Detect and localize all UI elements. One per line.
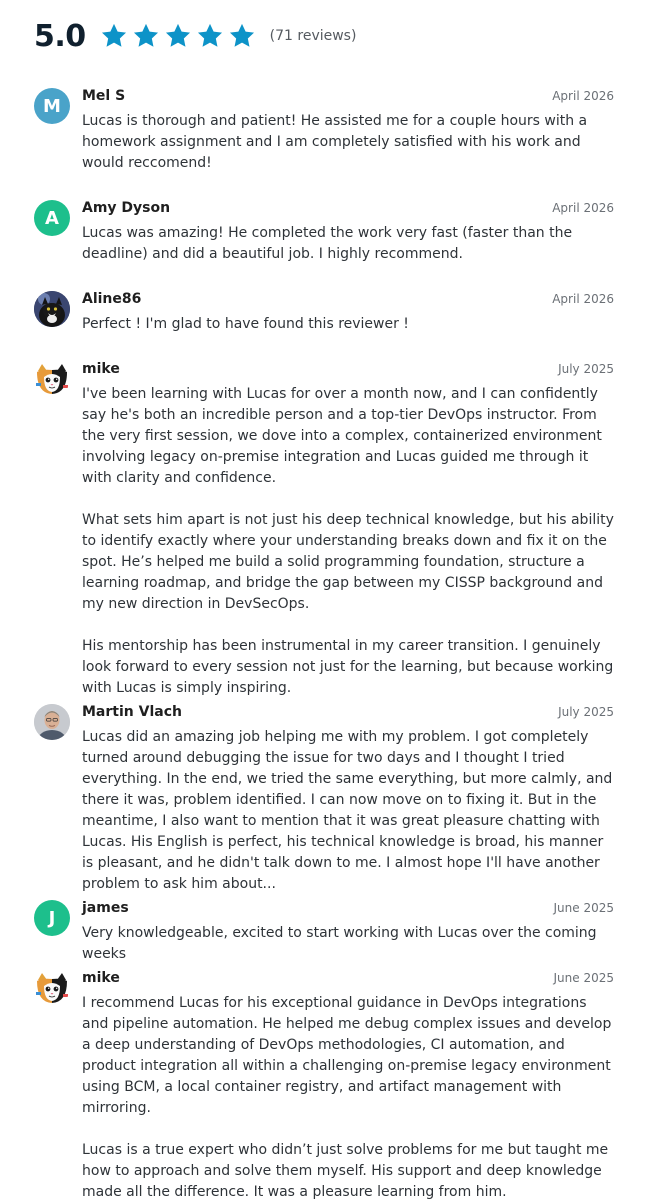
reviewer-name: mike: [82, 970, 120, 986]
review-text: Lucas is thorough and patient! He assist…: [82, 111, 614, 174]
review-count[interactable]: (71 reviews): [270, 28, 357, 44]
avatar: J: [34, 900, 70, 936]
review-paragraph: Lucas was amazing! He completed the work…: [82, 225, 573, 262]
review-text: Perfect ! I'm glad to have found this re…: [82, 314, 614, 335]
reviewer-name: Amy Dyson: [82, 200, 171, 216]
review-text: I've been learning with Lucas for over a…: [82, 384, 614, 699]
review-paragraph: Perfect ! I'm glad to have found this re…: [82, 316, 409, 332]
review-date: July 2025: [558, 362, 614, 376]
review-date: June 2025: [553, 971, 615, 985]
avatar-initial: M: [43, 95, 61, 117]
avatar-initial: A: [45, 207, 59, 229]
review-date: July 2025: [558, 705, 614, 719]
review-date: April 2026: [552, 201, 614, 215]
review-text: Very knowledgeable, excited to start wor…: [82, 923, 614, 965]
rating-summary: 5.0 (71 reviews): [34, 14, 356, 58]
review-text: Lucas did an amazing job helping me with…: [82, 727, 614, 895]
list-item: mike June 2025 I recommend Lucas for his…: [34, 970, 615, 1200]
list-item: Aline86 April 2026 Perfect ! I'm glad to…: [34, 291, 614, 361]
avatar: A: [34, 200, 70, 236]
person-photo-avatar-icon: [34, 704, 70, 740]
star-rating: [100, 22, 260, 50]
rating-value: 5.0: [34, 18, 86, 54]
list-item: J james June 2025 Very knowledgeable, ex…: [34, 900, 614, 970]
review-paragraph: His mentorship has been instrumental in …: [82, 638, 614, 696]
review-paragraph: What sets him apart is not just his deep…: [82, 512, 614, 612]
list-item: mike July 2025 I've been learning with L…: [34, 361, 614, 704]
cartoon-cat-avatar-icon: [34, 361, 70, 397]
star-icon: [164, 22, 192, 50]
avatar: M: [34, 88, 70, 124]
reviewer-name: Mel S: [82, 88, 126, 104]
avatar-initial: J: [48, 907, 56, 929]
review-text: Lucas was amazing! He completed the work…: [82, 223, 614, 265]
review-text: I recommend Lucas for his exceptional gu…: [82, 993, 614, 1203]
review-list: M Mel S April 2026 Lucas is thorough and…: [34, 88, 615, 1200]
reviewer-name: james: [82, 900, 129, 916]
review-date: April 2026: [552, 292, 614, 306]
review-date: June 2025: [553, 901, 615, 915]
list-item: Martin Vlach July 2025 Lucas did an amaz…: [34, 704, 614, 900]
cat-photo-avatar-icon: [34, 291, 70, 327]
star-icon: [132, 22, 160, 50]
star-icon: [228, 22, 256, 50]
cartoon-cat-avatar-icon: [34, 970, 70, 1006]
reviewer-name: mike: [82, 361, 120, 377]
review-paragraph: Very knowledgeable, excited to start wor…: [82, 925, 597, 962]
review-paragraph: I've been learning with Lucas for over a…: [82, 386, 602, 486]
review-paragraph: I recommend Lucas for his exceptional gu…: [82, 995, 612, 1116]
review-paragraph: Lucas is thorough and patient! He assist…: [82, 113, 588, 171]
review-paragraph: Lucas did an amazing job helping me with…: [82, 729, 613, 892]
reviewer-name: Martin Vlach: [82, 704, 182, 720]
reviewer-name: Aline86: [82, 291, 142, 307]
star-icon: [196, 22, 224, 50]
list-item: A Amy Dyson April 2026 Lucas was amazing…: [34, 200, 614, 291]
star-icon: [100, 22, 128, 50]
review-date: April 2026: [552, 89, 614, 103]
list-item: M Mel S April 2026 Lucas is thorough and…: [34, 88, 614, 200]
